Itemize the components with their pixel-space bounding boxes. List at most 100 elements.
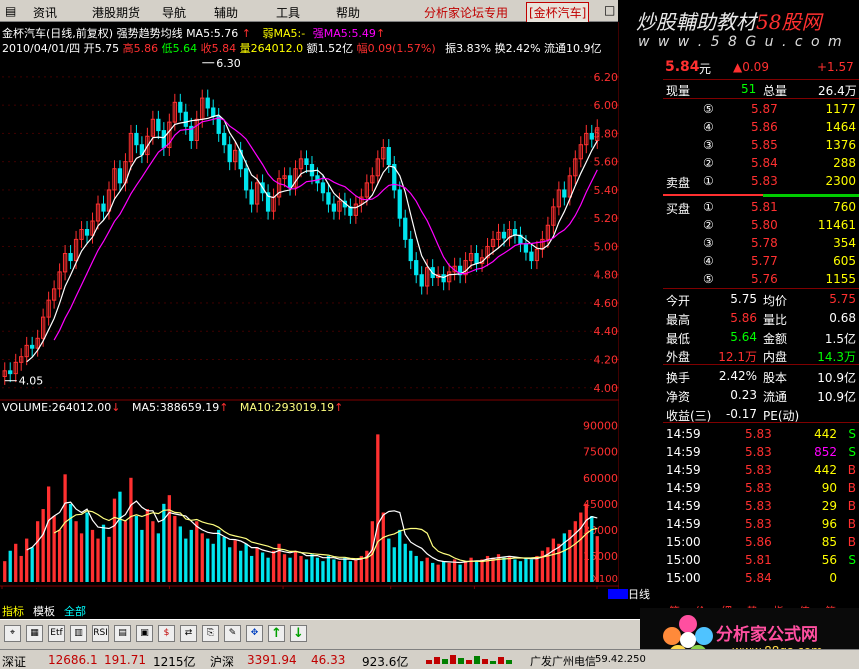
toolbar-button[interactable]: ▦ bbox=[26, 625, 43, 642]
quote-row: 14:59 5.83 442 B bbox=[663, 461, 859, 479]
tab-all[interactable]: 全部 bbox=[64, 603, 86, 619]
volume-bar bbox=[57, 529, 62, 582]
toolbar-button[interactable]: ▥ bbox=[70, 625, 87, 642]
candle-body bbox=[331, 203, 337, 212]
quote-row: ⑤ 5.87 1177 bbox=[663, 100, 859, 118]
buy-volume: 354 bbox=[833, 236, 856, 250]
menu-fuzhu[interactable]: 辅助 bbox=[214, 4, 238, 21]
indicator-tabs: 指标 模板 全部 bbox=[0, 601, 619, 619]
sz-change: 191.71 bbox=[104, 653, 146, 667]
sell-price: 5.83 bbox=[751, 174, 778, 188]
buy-level: ② bbox=[703, 218, 714, 232]
toolbar-button[interactable]: Etf bbox=[48, 625, 65, 642]
quote-row: 今开 5.75 均价 5.75 bbox=[663, 290, 859, 308]
quote-row: 换手 2.42% 股本 10.9亿 bbox=[663, 367, 859, 385]
scroll-thumb[interactable] bbox=[608, 589, 628, 599]
toolbar-button[interactable]: ↑ bbox=[268, 625, 285, 642]
volume-bar bbox=[414, 555, 418, 582]
volume-bar bbox=[299, 555, 303, 582]
sz-label: 深证 bbox=[2, 655, 27, 669]
stat-label: 换手 bbox=[666, 371, 691, 385]
menu-zixun[interactable]: 资讯 bbox=[33, 4, 57, 21]
tick-price: 5.84 bbox=[745, 571, 772, 585]
quote-row: 净资 0.23 流通 10.9亿 bbox=[663, 386, 859, 404]
stat-value: 12.1万 bbox=[718, 350, 757, 364]
sell-price: 5.87 bbox=[751, 102, 778, 116]
toolbar-button[interactable]: ↓ bbox=[290, 625, 307, 642]
volume-bar bbox=[348, 561, 353, 582]
stat-value: 5.86 bbox=[730, 311, 757, 325]
stat-label: 外盘 bbox=[666, 350, 691, 364]
price-chart[interactable]: 6.206.005.805.605.405.205.004.804.604.40… bbox=[0, 22, 619, 589]
buy-volume: 11461 bbox=[817, 218, 856, 232]
price-change-pct: +1.57 bbox=[817, 60, 854, 74]
period-label[interactable]: 日线 bbox=[628, 586, 650, 602]
toolbar-button[interactable]: ✥ bbox=[246, 625, 263, 642]
toolbar-button[interactable]: ⇄ bbox=[180, 625, 197, 642]
tab-template[interactable]: 模板 bbox=[33, 603, 55, 619]
volume-bar bbox=[315, 557, 320, 582]
tick-volume: 0 bbox=[829, 571, 837, 585]
volume-bar bbox=[118, 491, 122, 582]
candle-body bbox=[134, 132, 139, 146]
candle-body bbox=[562, 189, 567, 198]
x-axis-label: 2009年11 bbox=[5, 587, 58, 589]
volume-bar bbox=[458, 564, 462, 582]
tick-side: B bbox=[847, 517, 856, 531]
tick-price: 5.86 bbox=[745, 535, 772, 549]
tab-indicator[interactable]: 指标 bbox=[2, 603, 24, 619]
volume-bar bbox=[502, 557, 506, 582]
sell-volume: 1464 bbox=[825, 120, 856, 134]
menu-ganggu[interactable]: 港股期货 bbox=[92, 4, 140, 21]
quote-row: 15:00 5.84 0 bbox=[663, 569, 859, 587]
buy-volume: 605 bbox=[833, 254, 856, 268]
quote-row: ② 5.84 288 bbox=[663, 154, 859, 172]
sz-amount: 1215亿 bbox=[153, 655, 196, 669]
toolbar-button[interactable]: $ bbox=[158, 625, 175, 642]
hs-value: 3391.94 bbox=[247, 653, 297, 667]
candle-body bbox=[309, 164, 315, 177]
price-axis-label: 6.00 bbox=[594, 99, 619, 112]
volume-bar bbox=[266, 557, 270, 582]
forum-title: 分析家论坛专用 bbox=[424, 6, 509, 20]
tick-volume: 442 bbox=[814, 427, 837, 441]
volume-bar bbox=[206, 538, 210, 582]
kline-chart-area[interactable]: 金杯汽车(日线,前复权) 强势趋势均线 MA5:5.76 ↑ 弱MA5:- 强M… bbox=[0, 22, 619, 589]
menu-daohang[interactable]: 导航 bbox=[162, 4, 186, 21]
app-menu-icon[interactable]: ▤ bbox=[5, 4, 16, 18]
menu-gongju[interactable]: 工具 bbox=[276, 4, 300, 21]
menu-bangzhu[interactable]: 帮助 bbox=[336, 4, 360, 21]
volume-bar bbox=[326, 555, 331, 582]
toolbar-button[interactable]: ▤ bbox=[114, 625, 131, 642]
volume-bar bbox=[200, 533, 204, 582]
volume-bar bbox=[441, 561, 446, 582]
restore-button[interactable]: □ bbox=[604, 3, 615, 17]
quote-row: 买盘 ① 5.81 760 bbox=[663, 198, 859, 216]
quote-row: ② 5.80 11461 bbox=[663, 216, 859, 234]
toolbar-button[interactable]: ▣ bbox=[136, 625, 153, 642]
volume-bar bbox=[189, 529, 193, 582]
volume-bar bbox=[145, 509, 150, 582]
quote-row: ⑤ 5.76 1155 bbox=[663, 270, 859, 288]
toolbar-button[interactable]: ⌖ bbox=[4, 625, 21, 642]
volume-bar bbox=[447, 562, 451, 582]
quote-row: 14:59 5.83 29 B bbox=[663, 497, 859, 515]
volume-bar bbox=[562, 533, 566, 582]
volume-bar bbox=[217, 529, 221, 582]
sell-label: 卖盘 bbox=[666, 176, 691, 190]
toolbar-button[interactable]: ⎘ bbox=[202, 625, 219, 642]
stat-label: 净资 bbox=[666, 390, 691, 404]
stat-value: 5.75 bbox=[730, 292, 757, 306]
toolbar-button[interactable]: RSI bbox=[92, 625, 109, 642]
volume-bar bbox=[359, 555, 363, 582]
stat-label: 流通 bbox=[763, 390, 788, 404]
volume-bar bbox=[140, 529, 144, 582]
candle-body bbox=[501, 231, 507, 239]
tick-side: S bbox=[848, 553, 856, 567]
volume-bar bbox=[420, 561, 424, 582]
quote-row: 15:00 5.86 85 B bbox=[663, 533, 859, 551]
volume-bar bbox=[233, 540, 237, 582]
volume-bar bbox=[546, 547, 550, 582]
stock-name-badge[interactable]: [金杯汽车] bbox=[526, 2, 590, 23]
toolbar-button[interactable]: ✎ bbox=[224, 625, 241, 642]
